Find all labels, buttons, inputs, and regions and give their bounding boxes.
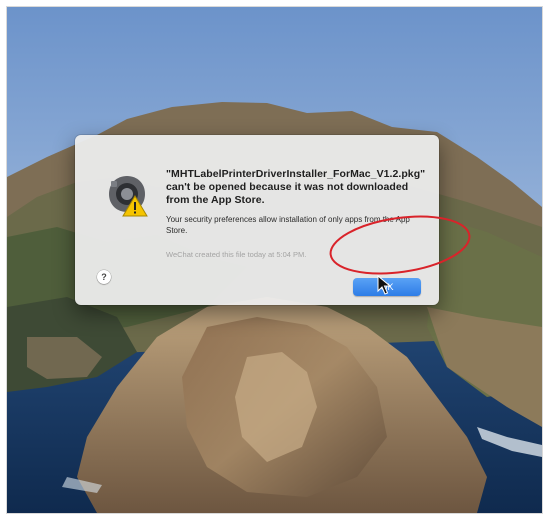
mouse-pointer-icon [377,275,391,295]
dialog-title: "MHTLabelPrinterDriverInstaller_ForMac_V… [166,168,426,206]
gatekeeper-warning-icon [109,176,148,217]
help-button[interactable]: ? [97,270,111,284]
file-origin-note: WeChat created this file today at 5:04 P… [166,250,307,259]
dialog-text: "MHTLabelPrinterDriverInstaller_ForMac_V… [166,168,426,260]
dialog-message: Your security preferences allow installa… [166,215,410,235]
screenshot-frame: "MHTLabelPrinterDriverInstaller_ForMac_V… [6,6,543,514]
